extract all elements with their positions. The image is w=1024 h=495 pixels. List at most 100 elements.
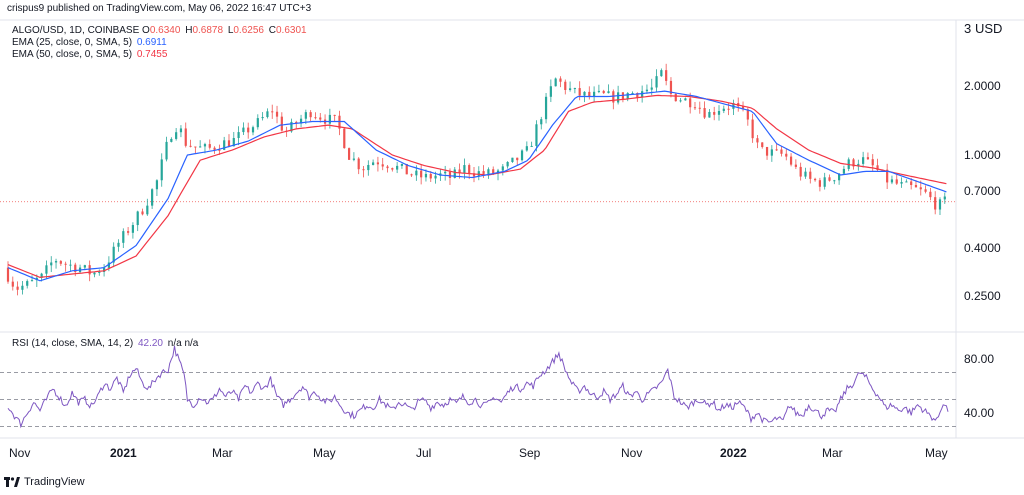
time-tick-label: Nov <box>621 446 642 460</box>
candle <box>564 79 567 95</box>
candle <box>333 114 336 122</box>
candle <box>866 152 870 161</box>
high-value: 0.6878 <box>192 25 224 36</box>
price-tick-label: 0.2500 <box>964 289 1001 303</box>
candle <box>54 258 58 269</box>
time-tick-label: May <box>925 446 948 460</box>
currency-prefix: 3 <box>964 21 972 36</box>
time-tick-label: Nov <box>9 446 30 460</box>
candle <box>713 106 716 121</box>
candle <box>785 148 788 161</box>
candle <box>924 185 927 194</box>
ema50-label: EMA (50, close, 0, SMA, 5) <box>12 49 133 60</box>
candle <box>554 77 557 87</box>
symbol-label: ALGO/USD, 1D, COINBASE <box>12 25 140 36</box>
candle <box>665 63 668 86</box>
candle <box>275 105 279 124</box>
candle <box>511 157 514 163</box>
candle <box>271 104 274 119</box>
candle <box>794 159 797 170</box>
candle <box>299 114 303 128</box>
candle <box>45 260 48 279</box>
candle <box>722 105 725 114</box>
candle <box>871 154 874 172</box>
candle <box>573 87 576 94</box>
rsi-legend: RSI (14, close, SMA, 14, 2) 42.20 n/a n/… <box>12 338 198 350</box>
candle <box>242 122 245 136</box>
candle <box>88 260 91 282</box>
candle <box>751 113 754 143</box>
candles <box>6 63 946 296</box>
candle <box>136 210 139 232</box>
candle <box>612 89 615 110</box>
candle <box>592 86 596 102</box>
candle <box>765 146 769 160</box>
ema25-value: 0.6911 <box>136 37 167 48</box>
ema50-line <box>7 94 947 279</box>
candle <box>578 81 581 101</box>
candle <box>602 89 605 94</box>
candle <box>799 162 802 181</box>
ema25-series <box>7 90 947 282</box>
candle <box>338 110 341 136</box>
candle <box>372 159 375 166</box>
candle <box>396 162 399 174</box>
low-value: 0.6256 <box>233 25 264 36</box>
candle <box>895 174 898 185</box>
candle <box>16 281 19 296</box>
candle <box>842 165 846 175</box>
candle <box>59 259 62 266</box>
time-tick-label: May <box>313 446 336 460</box>
price-tick-label: 0.7000 <box>964 184 1001 198</box>
time-tick-label: 2022 <box>720 446 747 460</box>
candle <box>597 84 601 94</box>
candle <box>50 256 53 273</box>
candle <box>496 168 500 181</box>
time-tick-label: Jul <box>416 446 431 460</box>
candle <box>314 112 317 120</box>
price-tick-label: 2.0000 <box>964 79 1001 93</box>
ema50-legend: EMA (50, close, 0, SMA, 5) 0.7455 <box>12 49 167 61</box>
candle <box>189 139 192 148</box>
candle <box>876 158 879 173</box>
branding-text: TradingView <box>24 476 85 488</box>
candle <box>64 261 67 272</box>
candle <box>227 134 231 148</box>
candle <box>410 173 413 178</box>
candle <box>420 164 423 185</box>
candle <box>886 163 889 189</box>
candle <box>11 276 14 291</box>
candle <box>146 198 149 216</box>
ema25-line <box>7 90 947 282</box>
candle <box>179 125 183 138</box>
candle <box>477 166 480 181</box>
publisher-line: crispus9 published on TradingView.com, M… <box>7 3 312 14</box>
candle <box>280 112 283 132</box>
ema25-legend: EMA (25, close, 0, SMA, 5) 0.6911 <box>12 37 167 49</box>
candle <box>127 227 130 236</box>
candle <box>520 149 524 162</box>
candle <box>669 77 673 98</box>
candle <box>117 239 120 252</box>
candle <box>400 163 404 169</box>
candle <box>98 269 101 276</box>
candle <box>122 228 125 249</box>
candle <box>69 259 72 272</box>
candle <box>386 165 389 173</box>
candle <box>155 179 159 197</box>
candle <box>170 137 173 143</box>
rsi-panel <box>0 345 956 429</box>
candle <box>703 101 706 119</box>
candle <box>357 157 360 175</box>
candle <box>175 128 178 141</box>
candle <box>833 179 836 185</box>
candle <box>131 222 135 239</box>
candle <box>818 177 821 192</box>
candle <box>160 153 163 187</box>
candle <box>309 110 312 122</box>
candle <box>655 69 658 92</box>
candle <box>938 197 942 215</box>
candle <box>151 188 154 209</box>
candle <box>698 101 701 114</box>
candle <box>78 264 82 274</box>
